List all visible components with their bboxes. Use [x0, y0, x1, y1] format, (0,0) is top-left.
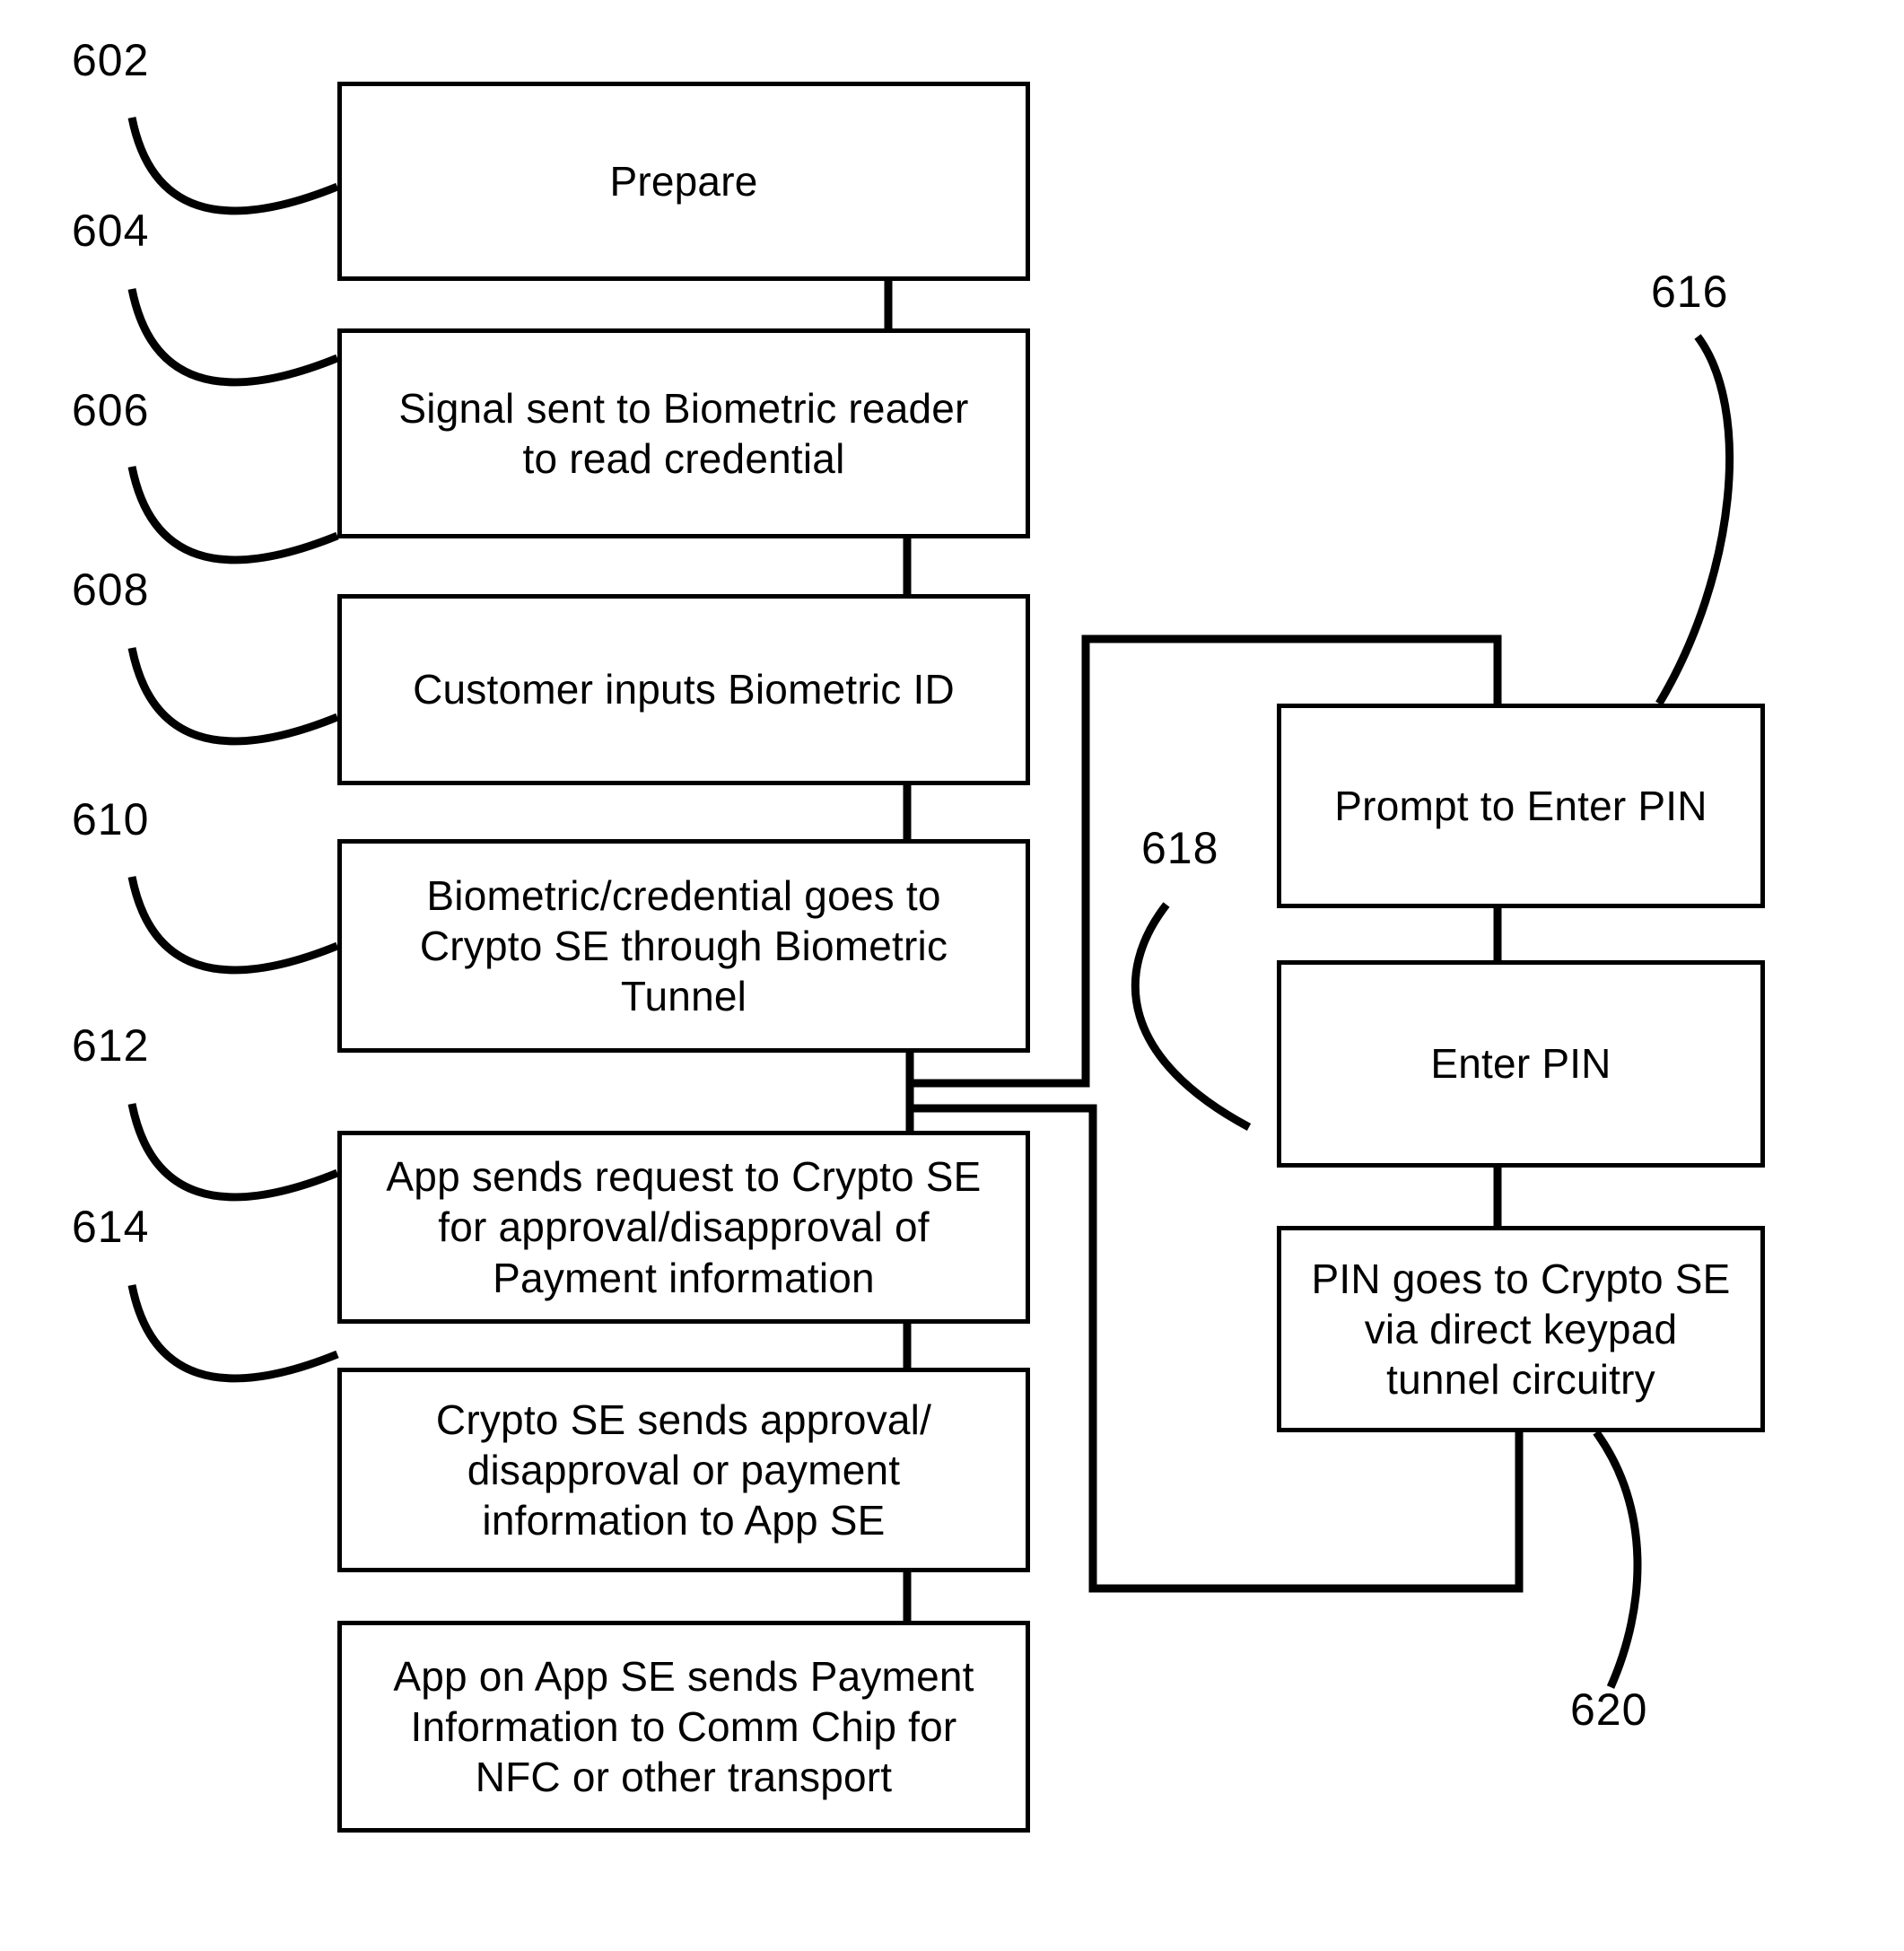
leader-620 [1593, 1430, 1642, 1689]
box-signal-biometric-reader-label: Signal sent to Biometric reader to read … [398, 384, 969, 482]
leader-606 [127, 466, 339, 564]
ref-numeral-608: 608 [72, 564, 150, 615]
box-app-sends-request[interactable]: App sends request to Crypto SE for appro… [337, 1131, 1030, 1324]
box-prepare-label: Prepare [609, 157, 758, 205]
box-biometric-to-crypto-se-label: Biometric/credential goes to Crypto SE t… [419, 871, 948, 1020]
leader-602 [127, 117, 339, 215]
ref-numeral-614: 614 [72, 1202, 150, 1252]
leader-616 [1655, 334, 1734, 706]
box-crypto-se-sends-approval[interactable]: Crypto SE sends approval/ disapproval or… [337, 1368, 1030, 1572]
leader-608 [127, 647, 339, 746]
box-enter-pin-label: Enter PIN [1430, 1040, 1611, 1088]
box-pin-to-crypto-se[interactable]: PIN goes to Crypto SE via direct keypad … [1277, 1226, 1765, 1432]
box-app-sends-request-label: App sends request to Crypto SE for appro… [386, 1153, 982, 1301]
box-app-sends-payment-info[interactable]: App on App SE sends Payment Information … [337, 1621, 1030, 1833]
box-enter-pin[interactable]: Enter PIN [1277, 960, 1765, 1168]
box-prompt-enter-pin-label: Prompt to Enter PIN [1334, 782, 1707, 829]
leader-604 [127, 288, 339, 387]
ref-numeral-620: 620 [1570, 1684, 1648, 1735]
box-biometric-to-crypto-se[interactable]: Biometric/credential goes to Crypto SE t… [337, 839, 1030, 1053]
leader-612 [127, 1103, 339, 1202]
ref-numeral-612: 612 [72, 1020, 150, 1071]
ref-numeral-604: 604 [72, 206, 150, 256]
box-prompt-enter-pin[interactable]: Prompt to Enter PIN [1277, 704, 1765, 908]
ref-numeral-610: 610 [72, 794, 150, 844]
box-customer-inputs-biometric-label: Customer inputs Biometric ID [413, 666, 955, 713]
leader-610 [127, 876, 339, 975]
patent-figure: Prepare Signal sent to Biometric reader … [0, 0, 1904, 1951]
box-pin-to-crypto-se-label: PIN goes to Crypto SE via direct keypad … [1311, 1255, 1731, 1404]
box-crypto-se-sends-approval-label: Crypto SE sends approval/ disapproval or… [435, 1395, 932, 1544]
ref-numeral-606: 606 [72, 385, 150, 435]
box-app-sends-payment-info-label: App on App SE sends Payment Information … [393, 1652, 974, 1801]
ref-numeral-602: 602 [72, 35, 150, 85]
leader-618 [1131, 902, 1252, 1131]
box-signal-biometric-reader[interactable]: Signal sent to Biometric reader to read … [337, 328, 1030, 538]
box-customer-inputs-biometric[interactable]: Customer inputs Biometric ID [337, 594, 1030, 785]
ref-numeral-616: 616 [1651, 267, 1729, 317]
ref-numeral-618: 618 [1141, 823, 1219, 873]
box-prepare[interactable]: Prepare [337, 82, 1030, 281]
leader-614 [127, 1284, 339, 1383]
